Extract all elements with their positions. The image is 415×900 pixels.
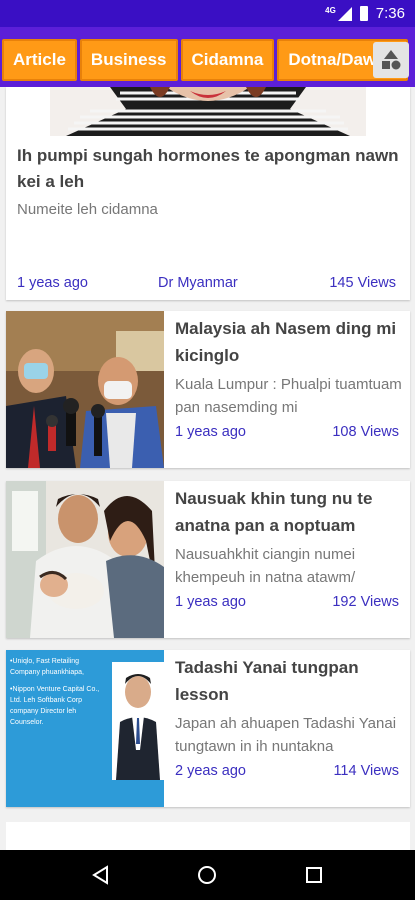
article-card[interactable]: •Uniqlo, Fast Retailing Company phuankhi… xyxy=(6,650,410,807)
tab-cidamna[interactable]: Cidamna xyxy=(180,39,275,81)
home-button[interactable] xyxy=(187,855,227,895)
article-image xyxy=(6,311,164,468)
featured-article-author: Dr Myanmar xyxy=(158,275,238,291)
back-button[interactable] xyxy=(81,855,121,895)
article-time: 2 yeas ago xyxy=(175,763,246,779)
article-views: 108 Views xyxy=(332,424,399,440)
categories-menu-button[interactable] xyxy=(373,42,409,78)
article-card-partial[interactable] xyxy=(6,822,410,850)
clock: 7:36 xyxy=(375,5,405,22)
article-card[interactable]: Nausuak khin tung nu te anatna pan a nop… xyxy=(6,481,410,638)
article-image-caption: •Uniqlo, Fast Retailing Company phuankhi… xyxy=(10,656,110,728)
article-excerpt: Japan ah ahuapen Tadashi Yanai tungtawn … xyxy=(175,715,397,755)
featured-article-image xyxy=(50,87,366,136)
image-caption-line: •Nippon Venture Capital Co., Ltd. Leh So… xyxy=(10,686,100,726)
recents-button[interactable] xyxy=(294,855,334,895)
network-label: 4G xyxy=(325,6,336,15)
signal-icon xyxy=(337,6,352,21)
featured-article-title[interactable]: Ih pumpi sungah hormones te apongman naw… xyxy=(17,143,402,195)
featured-article-card[interactable]: Ih pumpi sungah hormones te apongman naw… xyxy=(6,87,410,300)
tab-article[interactable]: Article xyxy=(2,39,77,81)
article-title[interactable]: Nausuak khin tung nu te anatna pan a nop… xyxy=(175,485,404,539)
article-views: 114 Views xyxy=(333,763,399,779)
article-time: 1 yeas ago xyxy=(175,424,246,440)
article-excerpt: Nausuahkhit ciangin numei khempeuh in na… xyxy=(175,546,356,586)
back-icon xyxy=(92,865,109,885)
featured-article-views: 145 Views xyxy=(329,275,396,291)
article-feed[interactable]: Ih pumpi sungah hormones te apongman naw… xyxy=(0,87,415,850)
home-icon xyxy=(198,866,217,884)
category-tabs: Article Business Cidamna Dotna/Dawng xyxy=(2,39,408,81)
article-image xyxy=(6,481,164,638)
article-image: •Uniqlo, Fast Retailing Company phuankhi… xyxy=(6,650,164,807)
article-card[interactable]: Malaysia ah Nasem ding mi kicinglo Kuala… xyxy=(6,311,410,468)
system-navigation-bar xyxy=(0,850,415,900)
image-caption-line: •Uniqlo, Fast Retailing Company phuankhi… xyxy=(10,658,84,676)
battery-icon xyxy=(359,6,368,21)
shapes-icon xyxy=(382,50,401,70)
article-time: 1 yeas ago xyxy=(175,594,246,610)
featured-article-category: Numeite leh cidamna xyxy=(17,201,158,218)
article-views: 192 Views xyxy=(332,594,399,610)
recents-icon xyxy=(305,867,322,883)
featured-article-time: 1 yeas ago xyxy=(17,275,88,291)
article-title[interactable]: Malaysia ah Nasem ding mi kicinglo xyxy=(175,315,404,369)
article-excerpt: Kuala Lumpur : Phualpi tuamtuam pan nase… xyxy=(175,376,402,416)
category-tab-bar: Article Business Cidamna Dotna/Dawng xyxy=(0,27,415,87)
status-bar: 4G 7:36 xyxy=(0,0,415,27)
tab-business[interactable]: Business xyxy=(79,39,178,81)
article-title[interactable]: Tadashi Yanai tungpan lesson xyxy=(175,654,404,708)
